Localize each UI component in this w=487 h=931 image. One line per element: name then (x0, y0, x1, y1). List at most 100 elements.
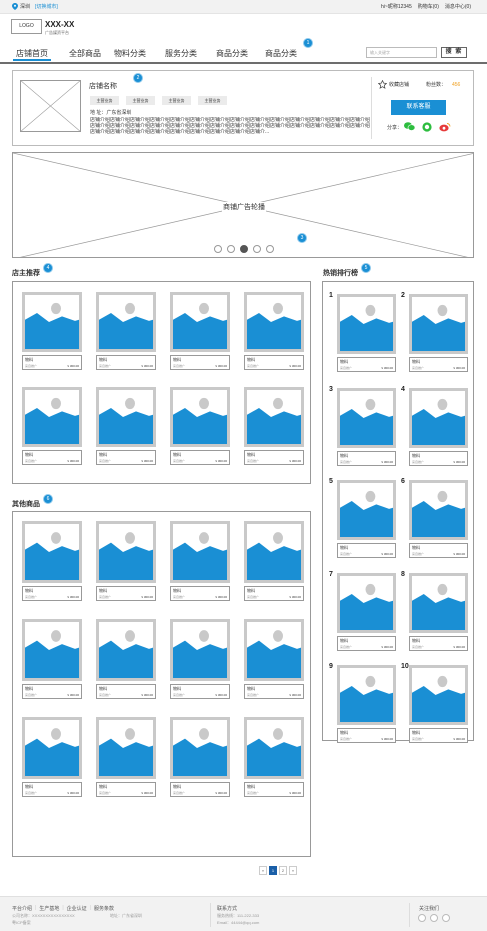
footer-link-terms[interactable]: 服务条款 (94, 905, 114, 912)
star-icon[interactable] (378, 80, 387, 89)
user-greeting-link[interactable]: hi~昵称12345 (381, 4, 412, 10)
product-name: 物料 (173, 588, 181, 593)
product-image[interactable] (244, 292, 304, 352)
product-image[interactable] (409, 294, 468, 354)
product-image[interactable] (170, 292, 230, 352)
pagination: « 1 2 » (259, 866, 297, 875)
annotation-badge-3: 3 (297, 233, 307, 243)
carousel-dot[interactable] (253, 245, 261, 253)
product-info: 物料 来自推广 ¥ 300.00 (96, 355, 156, 370)
moments-icon[interactable] (422, 122, 432, 132)
social-icon[interactable] (442, 914, 450, 922)
product-image[interactable] (96, 387, 156, 447)
product-image[interactable] (170, 717, 230, 779)
nav-item-service-category[interactable]: 服务分类 (165, 48, 197, 59)
product-image[interactable] (170, 387, 230, 447)
product-image[interactable] (409, 480, 468, 540)
product-image[interactable] (409, 665, 468, 725)
product-image-icon (25, 397, 79, 444)
carousel-dot[interactable] (227, 245, 235, 253)
product-image[interactable] (22, 387, 82, 447)
product-image[interactable] (96, 717, 156, 779)
product-price: ¥ 300.00 (289, 791, 301, 795)
product-image[interactable] (22, 619, 82, 681)
product-image[interactable] (337, 665, 396, 725)
product-price: ¥ 300.00 (215, 595, 227, 599)
product-image[interactable] (409, 388, 468, 448)
carousel-dot[interactable] (214, 245, 222, 253)
product-info: 物料 来自推广 ¥ 300.00 (170, 450, 230, 465)
product-name: 物料 (25, 357, 33, 362)
pager-next-button[interactable]: » (289, 866, 297, 875)
nav-item-material-category[interactable]: 物料分类 (114, 48, 146, 59)
product-ad-label: 来自推广 (340, 460, 353, 464)
product-info: 物料 来自推广 ¥ 300.00 (22, 684, 82, 699)
wechat-icon[interactable] (404, 122, 415, 131)
message-center-link[interactable]: 消息中心(0) (445, 4, 471, 10)
nav-item-product-category[interactable]: 商品分类 (216, 48, 248, 59)
product-image[interactable] (244, 619, 304, 681)
product-image[interactable] (96, 619, 156, 681)
product-price: ¥ 300.00 (381, 366, 393, 370)
product-image[interactable] (244, 521, 304, 583)
nav-item-shop-home[interactable]: 店铺首页 (16, 48, 48, 59)
product-image[interactable] (22, 717, 82, 779)
product-image[interactable] (96, 521, 156, 583)
product-name: 物料 (99, 452, 107, 457)
product-name: 物料 (247, 686, 255, 691)
nav-item-all-products[interactable]: 全部商品 (69, 48, 101, 59)
product-image[interactable] (170, 619, 230, 681)
pager-prev-button[interactable]: « (259, 866, 267, 875)
product-name: 物料 (340, 638, 348, 643)
footer-link-about[interactable]: 平台介绍 (12, 905, 32, 912)
pager-page-1[interactable]: 1 (269, 866, 277, 875)
product-image[interactable] (337, 294, 396, 354)
carousel-dot[interactable] (266, 245, 274, 253)
logo[interactable]: LOGO (11, 19, 42, 34)
social-icon[interactable] (430, 914, 438, 922)
contact-service-button[interactable]: 联系客服 (391, 100, 446, 115)
weibo-icon[interactable] (439, 122, 451, 132)
city-label: 深圳 (20, 4, 31, 10)
pager-page-2[interactable]: 2 (279, 866, 287, 875)
product-image[interactable] (337, 480, 396, 540)
product-info: 物料 来自推广 ¥ 300.00 (96, 782, 156, 797)
product-price: ¥ 300.00 (215, 693, 227, 697)
footer-separator: | (35, 905, 37, 911)
product-price: ¥ 300.00 (141, 791, 153, 795)
product-ad-label: 来自推广 (99, 595, 112, 599)
product-image-icon (247, 728, 301, 776)
product-info: 物料 来自推广 ¥ 300.00 (409, 543, 468, 558)
product-image[interactable] (337, 388, 396, 448)
favorite-shop-link[interactable]: 收藏店铺 (389, 82, 409, 88)
nav-item-product-category-2[interactable]: 商品分类 (265, 48, 297, 59)
banner-caption: 商铺广告轮播 (222, 202, 266, 212)
product-image[interactable] (244, 717, 304, 779)
product-info: 物料 来自推广 ¥ 300.00 (409, 728, 468, 743)
footer-link-base[interactable]: 生产基地 (39, 905, 59, 912)
product-ad-label: 来自推广 (173, 595, 186, 599)
product-image[interactable] (170, 521, 230, 583)
footer-email: Email：44444@qq.com (217, 920, 260, 925)
search-button[interactable]: 搜 索 (441, 47, 467, 58)
recommend-section-title: 店主推荐 (12, 270, 40, 277)
product-image[interactable] (337, 573, 396, 633)
product-image[interactable] (22, 292, 82, 352)
product-image[interactable] (96, 292, 156, 352)
product-ad-label: 来自推广 (412, 366, 425, 370)
footer-link-certify[interactable]: 企业认证 (67, 905, 87, 912)
cart-link[interactable]: 购物车(0) (418, 4, 439, 10)
product-image[interactable] (244, 387, 304, 447)
product-name: 物料 (247, 452, 255, 457)
social-icon[interactable] (418, 914, 426, 922)
search-input[interactable]: 输入关键字 (366, 47, 437, 58)
product-name: 物料 (173, 357, 181, 362)
rank-number: 5 (329, 478, 333, 485)
ad-carousel[interactable]: 商铺广告轮播 (12, 152, 474, 258)
carousel-dot-active[interactable] (240, 245, 248, 253)
switch-city-link[interactable]: [切换城市] (35, 4, 58, 10)
product-price: ¥ 300.00 (67, 595, 79, 599)
product-image-icon (340, 583, 393, 630)
product-image[interactable] (22, 521, 82, 583)
product-image[interactable] (409, 573, 468, 633)
